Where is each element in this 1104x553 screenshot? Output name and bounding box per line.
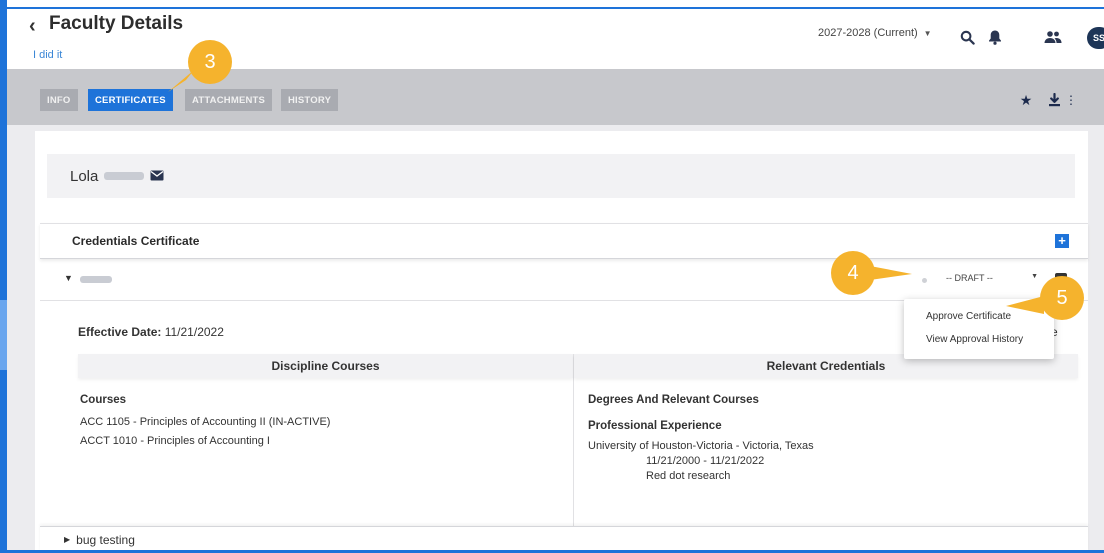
relevant-column: Relevant Credentials Degrees And Relevan… xyxy=(574,354,1078,526)
envelope-icon[interactable] xyxy=(150,168,164,185)
courses-label: Courses xyxy=(80,394,127,406)
tab-attachments[interactable]: ATTACHMENTS xyxy=(185,89,273,111)
view-approval-history-option[interactable]: View Approval History xyxy=(926,334,1023,345)
caret-down-icon[interactable]: ▼ xyxy=(64,273,73,283)
credentials-section-title: Credentials Certificate xyxy=(72,234,200,248)
redacted-last-name xyxy=(104,172,145,180)
app-frame: ‹ Faculty Details I did it 2027-2028 (Cu… xyxy=(0,0,1104,553)
course-item: ACC 1105 - Principles of Accounting II (… xyxy=(80,416,331,428)
effective-date: Effective Date: 11/21/2022 xyxy=(78,325,224,339)
approve-certificate-option[interactable]: Approve Certificate xyxy=(926,311,1011,322)
page-title: Faculty Details xyxy=(49,13,184,34)
bell-icon[interactable] xyxy=(985,27,1005,47)
faculty-name-row: Lola xyxy=(47,154,1075,198)
experience-note: Red dot research xyxy=(646,470,731,482)
callout-4-pointer xyxy=(870,266,912,280)
bug-testing-row[interactable]: ▶ bug testing xyxy=(40,526,1088,552)
more-vertical-icon[interactable]: ⋮ xyxy=(1063,92,1079,108)
left-accent-bar xyxy=(0,0,7,553)
year-selector-label: 2027-2028 (Current) xyxy=(818,27,918,39)
download-icon[interactable] xyxy=(1046,92,1062,108)
tab-certificates[interactable]: CERTIFICATES xyxy=(88,89,173,111)
discipline-column: Discipline Courses Courses ACC 1105 - Pr… xyxy=(78,354,574,526)
effective-date-value: 11/21/2022 xyxy=(164,325,224,339)
plus-icon: + xyxy=(1058,233,1066,248)
callout-5-pointer xyxy=(1006,296,1044,314)
callout-3-pointer xyxy=(168,70,194,92)
degrees-label: Degrees And Relevant Courses xyxy=(588,394,759,406)
course-item: ACCT 1010 - Principles of Accounting I xyxy=(80,435,270,447)
certificate-row[interactable]: ▼ -- DRAFT -- ▼ xyxy=(40,261,1088,301)
discipline-header: Discipline Courses xyxy=(78,354,573,378)
status-select[interactable]: -- DRAFT -- ▼ xyxy=(946,273,1038,283)
bug-testing-label: bug testing xyxy=(76,532,135,547)
caret-down-icon: ▼ xyxy=(1031,273,1038,280)
page-subtitle[interactable]: I did it xyxy=(33,49,62,61)
experience-organization: University of Houston-Victoria - Victori… xyxy=(588,440,814,452)
callout-4: 4 xyxy=(831,251,875,295)
faculty-first-name: Lola xyxy=(70,167,99,185)
tab-history[interactable]: HISTORY xyxy=(281,89,339,111)
status-select-value: -- DRAFT -- xyxy=(946,273,993,283)
callout-5: 5 xyxy=(1040,276,1084,320)
redacted-certificate-name xyxy=(80,276,112,283)
add-certificate-button[interactable]: + xyxy=(1055,234,1069,248)
certificate-details: Discipline Courses Courses ACC 1105 - Pr… xyxy=(78,354,1078,526)
credentials-section-header: Credentials Certificate xyxy=(40,223,1088,259)
caret-down-icon: ▼ xyxy=(923,28,932,38)
experience-dates: 11/21/2000 - 11/21/2022 xyxy=(646,455,765,467)
search-icon[interactable] xyxy=(957,27,977,47)
star-icon[interactable]: ★ xyxy=(1018,92,1034,108)
effective-date-label: Effective Date: xyxy=(78,325,162,339)
header: ‹ Faculty Details I did it 2027-2028 (Cu… xyxy=(7,9,1104,69)
year-selector[interactable]: 2027-2028 (Current) ▼ xyxy=(818,27,932,39)
experience-label: Professional Experience xyxy=(588,420,722,432)
users-icon[interactable] xyxy=(1043,27,1063,47)
caret-right-icon[interactable]: ▶ xyxy=(64,535,70,544)
left-accent-segment xyxy=(0,300,7,370)
back-chevron-icon[interactable]: ‹ xyxy=(29,15,36,38)
status-dot[interactable] xyxy=(922,278,927,283)
avatar[interactable]: SS xyxy=(1087,27,1104,49)
tab-info[interactable]: INFO xyxy=(40,89,78,111)
